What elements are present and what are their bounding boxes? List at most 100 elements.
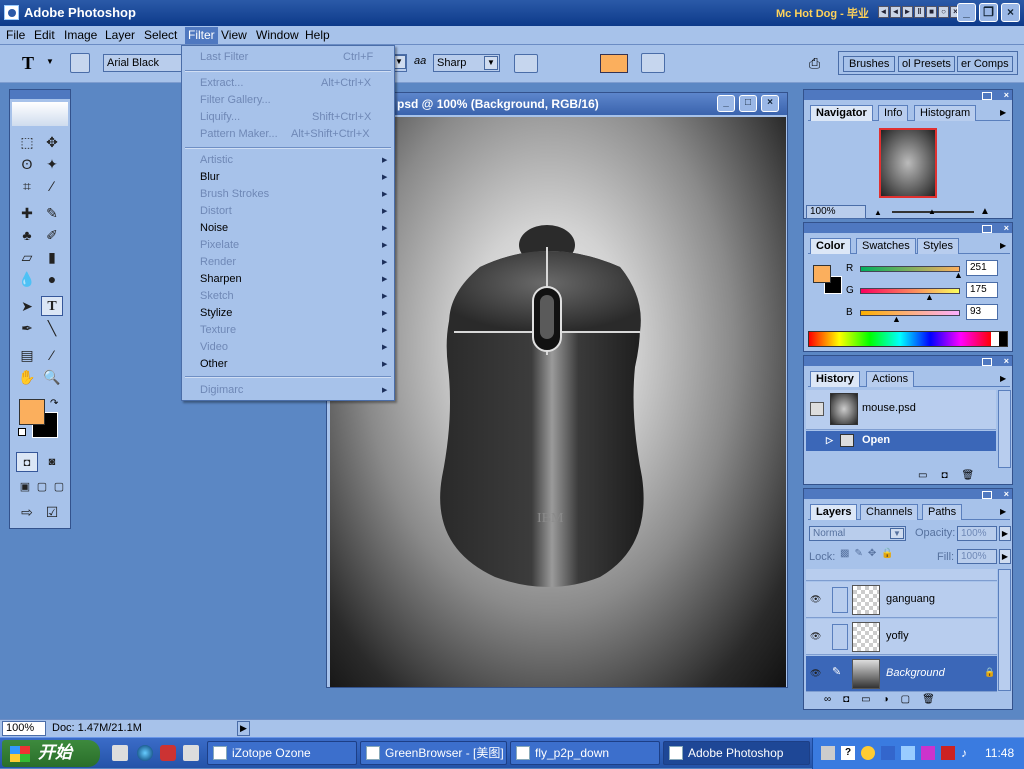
- tray-volume-icon[interactable]: ♪: [961, 746, 975, 760]
- blue-slider-thumb[interactable]: ▲: [892, 314, 901, 324]
- minimize-button[interactable]: _: [957, 3, 976, 22]
- navigator-zoom-field[interactable]: 100%: [806, 205, 866, 219]
- rewind-icon[interactable]: ◄: [890, 6, 901, 18]
- menu-item-pattern-maker[interactable]: Pattern Maker...: [200, 128, 278, 140]
- menu-item-render[interactable]: Render: [200, 256, 236, 268]
- visibility-eye-icon[interactable]: 👁: [810, 631, 824, 641]
- blue-slider[interactable]: [860, 310, 960, 316]
- layer-comps-tab[interactable]: er Comps: [957, 56, 1013, 72]
- panel-close-icon[interactable]: ×: [1004, 356, 1009, 366]
- layers-footer-icons[interactable]: ∞◘▭◑▢🗑: [824, 694, 1010, 708]
- standard-mode-icon[interactable]: ◘: [16, 452, 38, 472]
- marquee-tool-icon[interactable]: ⬚: [16, 132, 38, 152]
- task-greenbrowser[interactable]: GreenBrowser - [美图]: [360, 741, 507, 765]
- tray-media-icon[interactable]: [921, 746, 935, 760]
- menu-file[interactable]: File: [6, 28, 25, 42]
- align-right-button[interactable]: [563, 54, 583, 73]
- menu-item-filter-gallery[interactable]: Filter Gallery...: [200, 94, 271, 106]
- history-footer-icons[interactable]: ▭◘🗑: [918, 470, 1008, 484]
- play-icon[interactable]: ►: [902, 6, 913, 18]
- task-izotope[interactable]: iZotope Ozone: [207, 741, 357, 765]
- menu-item-artistic[interactable]: Artistic: [200, 154, 233, 166]
- image-canvas[interactable]: IBM: [330, 117, 786, 687]
- panel-menu-icon[interactable]: ▶: [1000, 241, 1006, 250]
- close-button[interactable]: ×: [1001, 3, 1020, 22]
- tool-presets-tab[interactable]: ol Presets: [898, 56, 955, 72]
- menu-item-sharpen[interactable]: Sharpen: [200, 273, 242, 285]
- lock-buttons[interactable]: ▩✎✥🔒: [840, 548, 916, 564]
- tray-network-icon[interactable]: [881, 746, 895, 760]
- panel-menu-icon[interactable]: ▶: [1000, 507, 1006, 516]
- green-slider[interactable]: [860, 288, 960, 294]
- hand-tool-icon[interactable]: ✋: [16, 367, 38, 387]
- menu-window[interactable]: Window: [256, 28, 299, 42]
- doc-close-button[interactable]: ×: [761, 95, 779, 112]
- tab-channels[interactable]: Channels: [860, 504, 919, 520]
- menu-item-extract[interactable]: Extract...: [200, 77, 243, 89]
- layer-row-ganguang[interactable]: 👁 ganguang: [806, 582, 997, 618]
- feather-logo-icon[interactable]: [12, 102, 68, 126]
- menu-item-brush-strokes[interactable]: Brush Strokes: [200, 188, 269, 200]
- blend-mode-select[interactable]: Normal ▼: [809, 526, 906, 541]
- quicklaunch-explorer-icon[interactable]: [112, 745, 128, 761]
- menu-item-blur[interactable]: Blur: [200, 171, 220, 183]
- line-tool-icon[interactable]: ╲: [41, 318, 63, 338]
- default-colors-icon[interactable]: [18, 428, 26, 436]
- menu-help[interactable]: Help: [305, 28, 330, 42]
- antialias-select[interactable]: Sharp ▼: [433, 54, 500, 72]
- stop-icon[interactable]: ■: [926, 6, 937, 18]
- task-fly-p2p[interactable]: fly_p2p_down: [510, 741, 660, 765]
- snapshot-source-icon[interactable]: [810, 402, 824, 416]
- tab-paths[interactable]: Paths: [922, 504, 963, 520]
- brush-tool-icon[interactable]: ✎: [41, 203, 63, 223]
- menu-item-stylize[interactable]: Stylize: [200, 307, 232, 319]
- menu-item-video[interactable]: Video: [200, 341, 228, 353]
- panel-close-icon[interactable]: ×: [1004, 489, 1009, 499]
- layer-row-partial[interactable]: [806, 569, 997, 581]
- tab-info[interactable]: Info: [878, 105, 909, 121]
- swap-colors-icon[interactable]: ↷: [50, 398, 58, 409]
- menu-view[interactable]: View: [221, 28, 247, 42]
- red-slider-thumb[interactable]: ▲: [954, 270, 963, 280]
- tray-keyboard-icon[interactable]: [821, 746, 835, 760]
- doc-minimize-button[interactable]: _: [717, 95, 735, 112]
- prev-icon[interactable]: ◄: [878, 6, 889, 18]
- panel-close-icon[interactable]: ×: [1004, 90, 1009, 100]
- menu-item-noise[interactable]: Noise: [200, 222, 228, 234]
- quicklaunch-browser-icon[interactable]: [137, 745, 153, 761]
- doc-maximize-button[interactable]: □: [739, 95, 757, 112]
- eyedropper-icon[interactable]: ⁄: [41, 345, 63, 365]
- tray-help-icon[interactable]: ?: [841, 746, 855, 760]
- blur-tool-icon[interactable]: 💧: [16, 269, 38, 289]
- history-brush-source-icon[interactable]: ▷: [826, 435, 833, 446]
- menu-item-liquify[interactable]: Liquify...: [200, 111, 240, 123]
- settings-icon[interactable]: ○: [938, 6, 949, 18]
- green-slider-thumb[interactable]: ▲: [925, 292, 934, 302]
- red-value-field[interactable]: 251: [966, 260, 998, 276]
- history-brush-icon[interactable]: ✐: [41, 225, 63, 245]
- layer-link-slot[interactable]: [832, 587, 848, 613]
- tab-history[interactable]: History: [810, 371, 860, 387]
- visibility-eye-icon[interactable]: 👁: [810, 668, 824, 678]
- menu-item-digimarc[interactable]: Digimarc: [200, 384, 243, 396]
- visibility-eye-icon[interactable]: 👁: [810, 594, 824, 604]
- toggle-orientation-button[interactable]: [70, 53, 90, 73]
- eraser-tool-icon[interactable]: ▱: [16, 247, 38, 267]
- preset-dropdown-icon[interactable]: ▼: [46, 57, 54, 66]
- panel-menu-icon[interactable]: ▶: [1000, 374, 1006, 383]
- tab-styles[interactable]: Styles: [917, 238, 959, 254]
- dodge-tool-icon[interactable]: ●: [41, 269, 63, 289]
- quicklaunch-app-icon[interactable]: [160, 745, 176, 761]
- blue-value-field[interactable]: 93: [966, 304, 998, 320]
- fill-field[interactable]: 100%: [957, 549, 997, 564]
- lasso-tool-icon[interactable]: ʘ: [16, 154, 38, 174]
- slice-tool-icon[interactable]: ∕: [41, 176, 63, 196]
- tray-kaspersky-icon[interactable]: [941, 746, 955, 760]
- tab-histogram[interactable]: Histogram: [914, 105, 977, 121]
- zoom-slider-thumb[interactable]: ▲: [928, 207, 936, 216]
- tab-swatches[interactable]: Swatches: [856, 238, 916, 254]
- tray-monitor-icon[interactable]: [901, 746, 915, 760]
- checkbox-edit-icon[interactable]: ☑: [41, 502, 63, 522]
- screen-mode-full-icon[interactable]: ▢: [48, 477, 70, 497]
- layer-row-yofly[interactable]: 👁 yofly: [806, 619, 997, 655]
